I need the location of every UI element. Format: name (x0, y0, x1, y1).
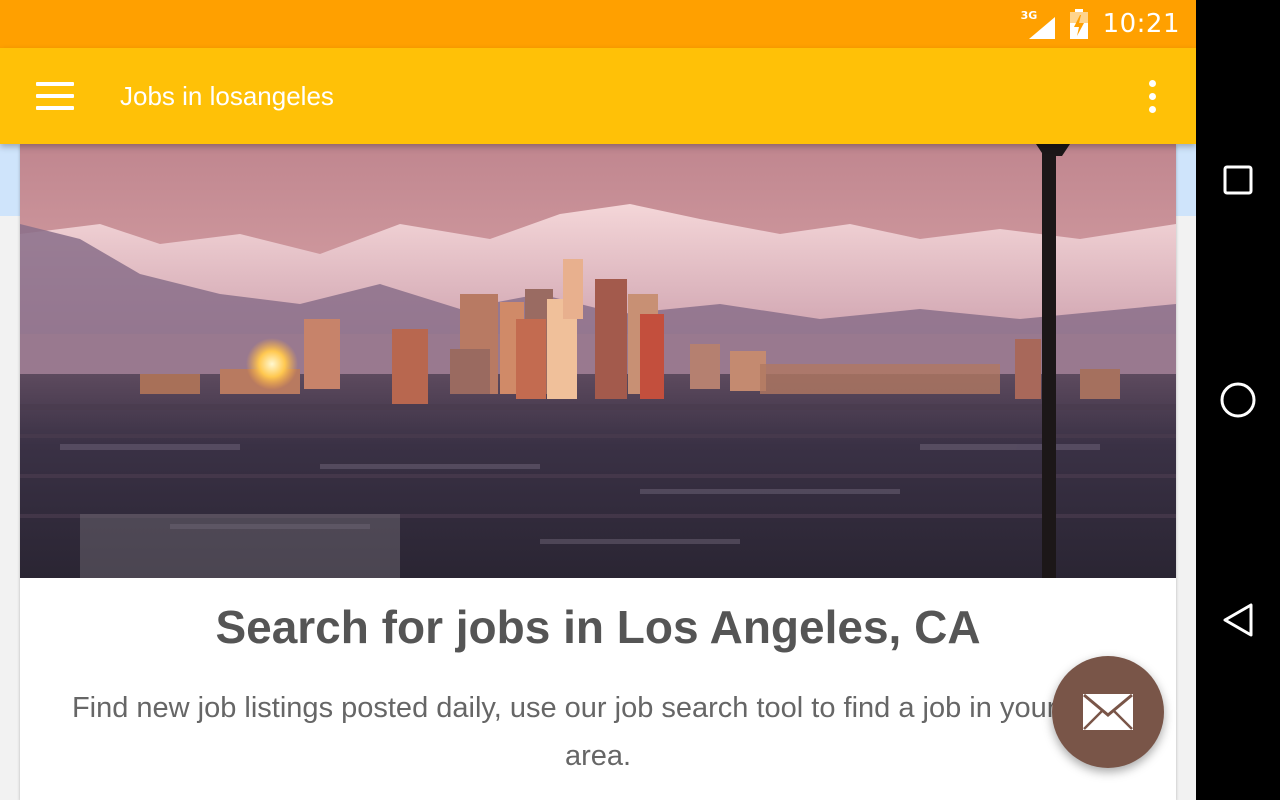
hero-image-city-skyline (20, 144, 1176, 578)
mail-icon (1083, 693, 1133, 730)
page-title: Jobs in losangeles (120, 81, 334, 111)
contact-fab-button[interactable] (1052, 656, 1164, 768)
more-vert-icon (1148, 79, 1156, 87)
app-bar: Jobs in losangeles (0, 48, 1196, 144)
menu-icon-bar (36, 106, 74, 110)
back-triangle-icon (1223, 603, 1253, 637)
more-vert-icon-dot (1148, 105, 1156, 113)
network-indicator: 3G (1021, 9, 1055, 39)
menu-icon-bar (36, 94, 74, 98)
status-icons: 3G 10:21 (1021, 0, 1180, 48)
recents-square-icon (1223, 165, 1253, 195)
overflow-menu-button[interactable] (1136, 74, 1168, 118)
home-button[interactable] (1214, 376, 1262, 424)
recents-button[interactable] (1214, 156, 1262, 204)
back-button[interactable] (1214, 596, 1262, 644)
status-bar: 3G 10:21 (0, 0, 1196, 48)
more-vert-icon-dot (1148, 92, 1156, 100)
menu-icon (36, 82, 74, 86)
home-circle-icon (1220, 382, 1256, 418)
card-title: Search for jobs in Los Angeles, CA (215, 601, 981, 653)
battery-charging-icon (1069, 9, 1088, 39)
hero-card: Search for jobs in Los Angeles, CA Find … (20, 144, 1176, 800)
card-description: Find new job listings posted daily, use … (71, 692, 1125, 772)
menu-button[interactable] (30, 74, 78, 118)
clock: 10:21 (1102, 9, 1180, 39)
system-navigation-bar (1196, 0, 1280, 800)
signal-icon (1028, 17, 1055, 39)
